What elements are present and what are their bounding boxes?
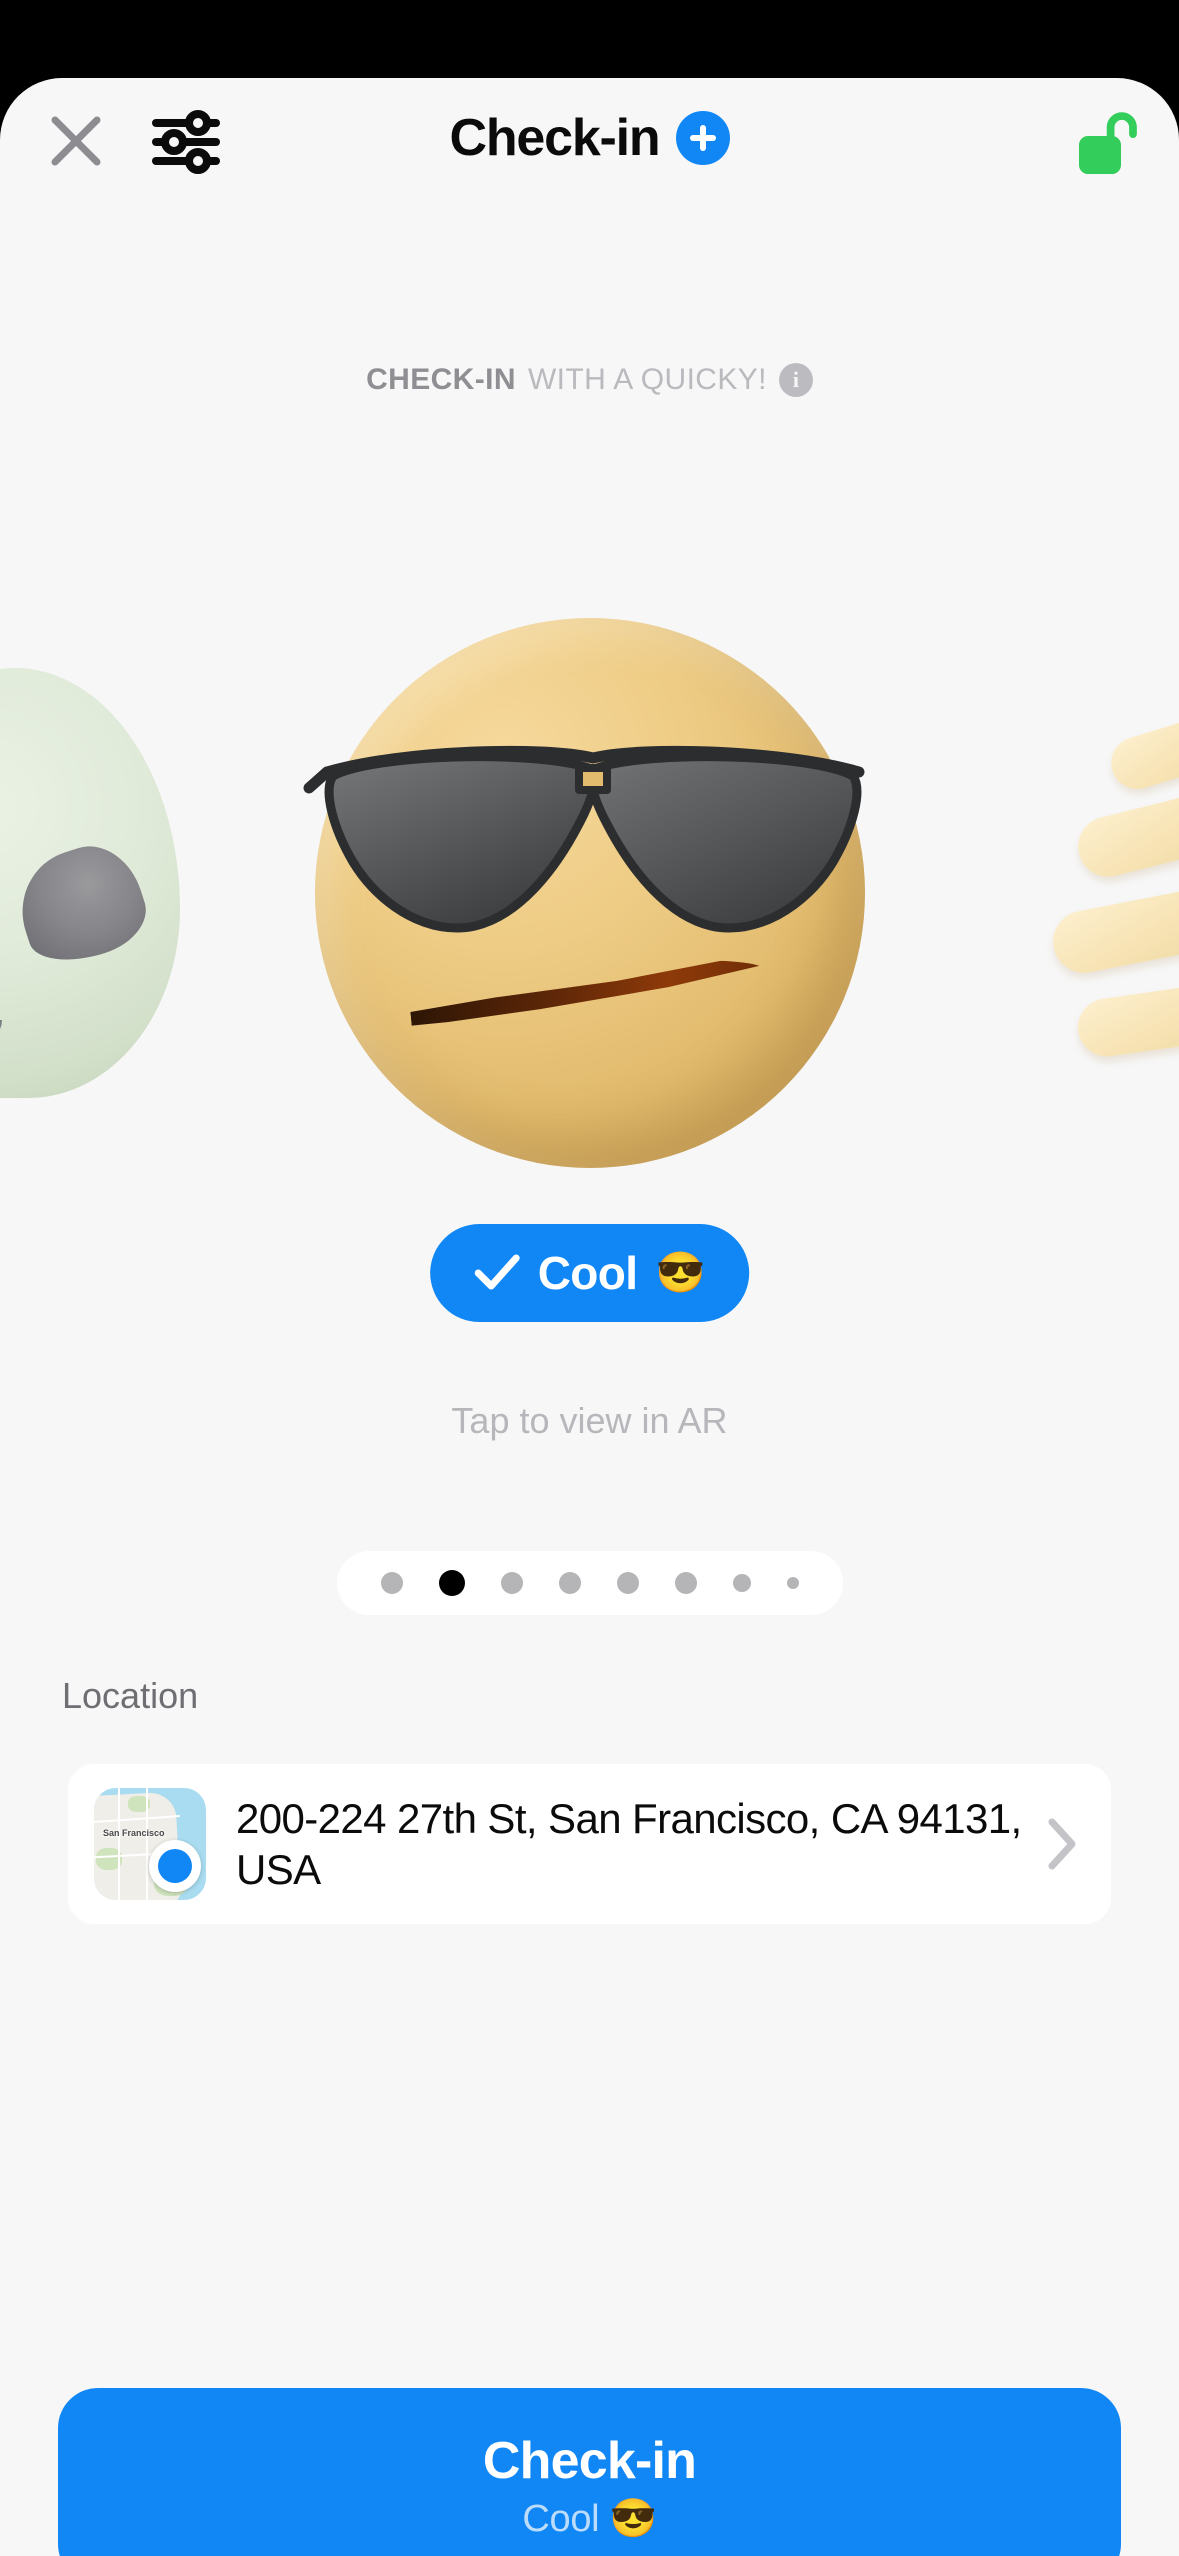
hand-finger [1047,859,1179,979]
header-title-group: Check-in [0,78,1179,198]
hand-finger [1074,963,1179,1061]
eyebrow-light-text: WITH A QUICKY! [527,363,767,396]
header-bar: Check-in [0,78,1179,198]
selected-emoji-glyph: 😎 [655,1251,706,1295]
eyebrow-strong-text: CHECK-IN [366,363,516,396]
chevron-right-icon[interactable] [1045,1816,1079,1872]
page-dot[interactable] [674,1572,697,1594]
cta-secondary-label: Cool 😎 [522,2498,657,2540]
page-dot[interactable] [380,1572,403,1594]
carousel-item-previous[interactable] [0,668,180,1098]
checkin-submit-button[interactable]: Check-in Cool 😎 [58,2388,1121,2556]
page-dot[interactable] [500,1572,523,1594]
ar-hint-text[interactable]: Tap to view in AR [0,1400,1179,1442]
phone-screen: Check-in CHECK-IN WITH A QUICKY! i Cool … [0,0,1179,2556]
add-checkin-button[interactable] [675,111,730,165]
selected-emoji-pill[interactable]: Cool 😎 [429,1224,750,1322]
map-road [118,1788,120,1900]
eyebrow-caption: CHECK-IN WITH A QUICKY! i [0,363,1179,397]
check-icon [474,1254,520,1290]
page-dot[interactable] [786,1577,799,1589]
map-city-label: San Francisco [103,1828,165,1838]
page-dot[interactable] [616,1572,639,1594]
map-road [146,1788,148,1900]
carousel-item-next[interactable] [989,638,1179,1108]
unlock-icon [1079,112,1137,174]
page-dot[interactable] [732,1574,751,1592]
page-title: Check-in [449,109,660,167]
plus-icon [689,125,716,151]
cta-primary-label: Check-in [482,2432,697,2490]
info-icon[interactable]: i [778,363,813,397]
map-location-pin [149,1840,201,1892]
carousel-page-indicator[interactable] [336,1551,843,1615]
sunglasses-icon [303,745,865,933]
privacy-lock-button[interactable] [1061,100,1141,180]
location-address: 200-224 27th St, San Francisco, CA 94131… [236,1794,1022,1893]
location-card[interactable]: San Francisco 200-224 27th St, San Franc… [68,1764,1111,1924]
location-section-label: Location [62,1675,199,1716]
carousel-item-current[interactable] [303,618,865,1168]
checkin-sheet: Check-in CHECK-IN WITH A QUICKY! i Cool … [0,78,1179,2556]
page-dot[interactable] [558,1572,581,1594]
selected-emoji-label: Cool [537,1247,638,1299]
page-dot-active[interactable] [438,1570,465,1596]
map-thumbnail: San Francisco [94,1788,206,1900]
emoji-carousel[interactable] [0,578,1179,1178]
hand-finger [1104,672,1179,796]
